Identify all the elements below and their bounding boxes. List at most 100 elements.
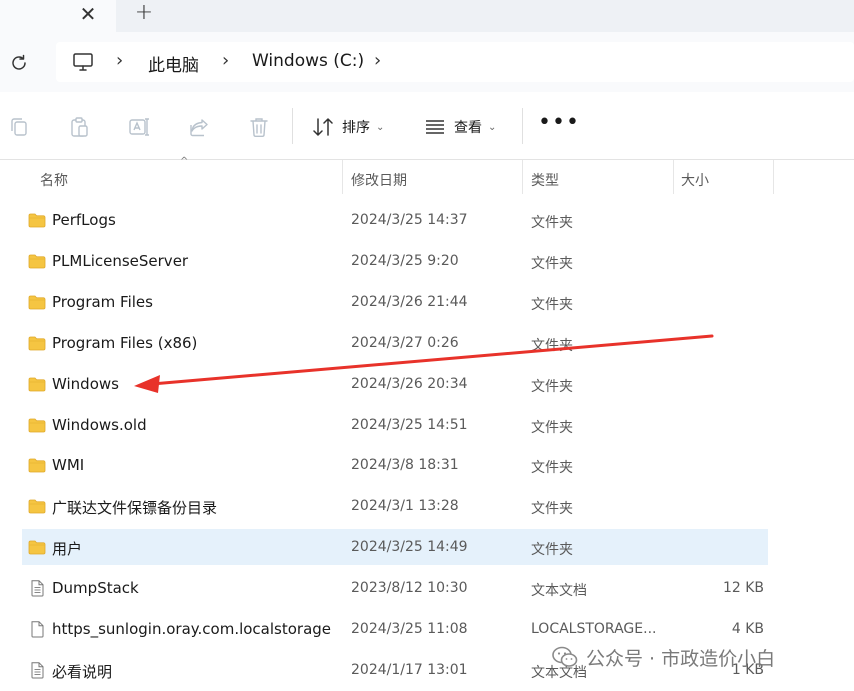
view-button[interactable]: 查看 ⌄ [424,116,496,138]
column-type-header[interactable]: 类型 [531,170,559,190]
file-size: 4 KB [731,621,764,637]
file-type: LOCALSTORAGE... [531,621,657,637]
column-separator[interactable] [673,160,674,194]
file-name: 用户 [52,540,83,558]
file-row[interactable]: DumpStack 2023/8/12 10:30 文本文档 12 KB [22,570,768,606]
file-size: 12 KB [722,580,764,596]
file-name: 必看说明 [52,663,113,681]
file-row[interactable]: Windows.old 2024/3/25 14:51 文件夹 [22,407,768,443]
active-tab[interactable]: ✕ [0,0,116,32]
file-modified-date: 2023/8/12 10:30 [351,580,468,596]
column-name-header[interactable]: 名称 [40,170,68,190]
file-row[interactable]: 广联达文件保镖备份目录 2024/3/1 13:28 文件夹 [22,488,768,524]
breadcrumb-separator[interactable]: › [374,50,381,71]
file-modified-date: 2024/3/25 14:37 [351,212,468,228]
breadcrumb-this-pc[interactable]: 此电脑 [148,51,199,76]
sort-button[interactable]: 排序 ⌄ [312,116,384,138]
this-pc-icon[interactable] [72,52,94,72]
column-size-header[interactable]: 大小 [681,170,709,190]
file-type: 文件夹 [531,256,573,272]
more-options-button[interactable]: ••• [538,112,580,134]
toolbar-divider [292,108,293,144]
file-name: 广联达文件保镖备份目录 [52,499,218,517]
file-row[interactable]: WMI 2024/3/8 18:31 文件夹 [22,447,768,483]
sort-icon [313,118,333,136]
file-modified-date: 2024/3/25 14:49 [351,539,468,555]
file-type: 文件夹 [531,420,573,436]
close-tab-icon[interactable]: ✕ [76,3,100,27]
folder-icon [28,499,46,514]
address-bar[interactable]: › 此电脑 › Windows (C:) › [56,42,854,82]
watermark: 公众号 · 市政造价小白 [552,642,775,672]
column-header: 名称 修改日期 类型 大小 [0,160,854,194]
text-file-icon [31,580,44,597]
sort-label: 排序 [342,120,370,136]
file-type: 文件夹 [531,215,573,231]
file-modified-date: 2024/3/25 9:20 [351,253,459,269]
folder-icon [28,213,46,228]
file-name: WMI [52,456,85,474]
file-icon [31,621,44,638]
rename-icon[interactable] [128,116,150,138]
file-row[interactable]: 用户 2024/3/25 14:49 文件夹 [22,529,768,565]
share-icon[interactable] [188,116,210,138]
navigation-bar: › 此电脑 › Windows (C:) › [0,32,854,92]
folder-icon [28,458,46,473]
file-modified-date: 2024/3/1 13:28 [351,498,459,514]
folder-icon [28,540,46,555]
file-name: Windows [52,375,119,393]
paste-icon[interactable] [68,116,90,138]
folder-icon [28,336,46,351]
folder-icon [28,377,46,392]
column-date-header[interactable]: 修改日期 [351,170,407,190]
view-label: 查看 [454,120,482,136]
file-row[interactable]: Windows 2024/3/26 20:34 文件夹 [22,366,768,402]
folder-icon [28,295,46,310]
delete-icon[interactable] [248,116,270,138]
view-icon [426,120,444,134]
file-modified-date: 2024/3/25 14:51 [351,417,468,433]
file-modified-date: 2024/3/25 11:08 [351,621,468,637]
text-file-icon [31,662,44,679]
breadcrumb-drive-c[interactable]: Windows (C:) [252,51,364,71]
folder-icon [28,254,46,269]
column-separator[interactable] [342,160,343,194]
tab-strip: ✕ + [0,0,854,32]
folder-icon [28,418,46,433]
file-type: 文件夹 [531,297,573,313]
file-modified-date: 2024/3/26 21:44 [351,294,468,310]
file-type: 文件夹 [531,338,573,354]
chevron-down-icon: ⌄ [488,121,497,133]
file-row[interactable]: Program Files (x86) 2024/3/27 0:26 文件夹 [22,325,768,361]
file-name: DumpStack [52,579,139,597]
file-name: Windows.old [52,416,147,434]
file-modified-date: 2024/1/17 13:01 [351,662,468,678]
file-name: Program Files [52,293,153,311]
new-tab-icon[interactable]: + [132,2,156,26]
file-type: 文件夹 [531,460,573,476]
file-name: PLMLicenseServer [52,252,189,270]
refresh-icon[interactable] [8,52,30,74]
watermark-text: 公众号 · 市政造价小白 [586,647,776,670]
file-row[interactable]: PLMLicenseServer 2024/3/25 9:20 文件夹 [22,243,768,279]
file-modified-date: 2024/3/26 20:34 [351,376,468,392]
copy-icon[interactable] [8,116,30,138]
breadcrumb-separator[interactable]: › [116,50,123,71]
file-type: 文件夹 [531,542,573,558]
file-type: 文件夹 [531,379,573,395]
chevron-down-icon: ⌄ [376,121,385,133]
breadcrumb-separator[interactable]: › [222,50,229,71]
file-name: https_sunlogin.oray.com.localstorage [52,620,332,638]
file-type: 文本文档 [531,583,587,599]
file-modified-date: 2024/3/27 0:26 [351,335,459,351]
column-separator[interactable] [773,160,774,194]
column-separator[interactable] [522,160,523,194]
wechat-logo-icon [552,646,578,667]
file-row[interactable]: Program Files 2024/3/26 21:44 文件夹 [22,284,768,320]
file-row[interactable]: PerfLogs 2024/3/25 14:37 文件夹 [22,202,768,238]
command-bar: 排序 ⌄ 查看 ⌄ ••• [0,92,854,160]
file-modified-date: 2024/3/8 18:31 [351,457,459,473]
file-name: PerfLogs [52,211,116,229]
toolbar-divider [522,108,523,144]
file-name: Program Files (x86) [52,334,198,352]
